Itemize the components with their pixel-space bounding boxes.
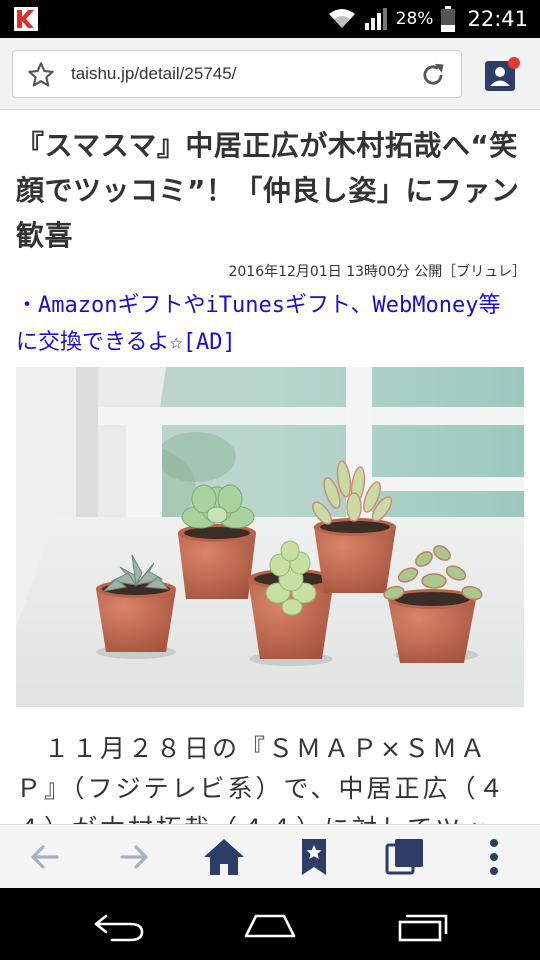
page-content: 『スマスマ』中居正広が木村拓哉へ“笑顔でツッコミ”！「仲良し姿」にファン歓喜 2… <box>0 111 540 824</box>
home-icon[interactable] <box>202 835 246 879</box>
battery-percent: 28% <box>395 9 434 29</box>
home-nav-icon[interactable] <box>240 906 300 946</box>
recents-nav-icon[interactable] <box>392 906 452 946</box>
back-nav-icon[interactable] <box>88 906 148 946</box>
clock: 22:41 <box>467 7 528 31</box>
star-icon[interactable] <box>27 61 55 89</box>
bookmark-icon[interactable] <box>292 835 336 879</box>
system-nav-bar <box>0 888 540 960</box>
more-vert-icon[interactable] <box>472 835 516 879</box>
status-bar: 28% 22:41 <box>0 0 540 38</box>
url-field[interactable]: taishu.jp/detail/25745/ <box>12 50 462 98</box>
article-headline: 『スマスマ』中居正広が木村拓哉へ“笑顔でツッコミ”！「仲良し姿」にファン歓喜 <box>16 129 520 252</box>
reload-icon[interactable] <box>419 61 447 89</box>
account-icon[interactable] <box>483 55 521 93</box>
ad-link[interactable]: ・AmazonギフトやiTunesギフト、WebMoney等に交換できるよ☆[A… <box>16 287 522 361</box>
browser-address-bar: taishu.jp/detail/25745/ <box>0 38 540 110</box>
kaspersky-app-icon <box>14 7 38 31</box>
browser-toolbar <box>0 824 540 888</box>
arrow-left-icon[interactable] <box>23 835 67 879</box>
article-photo <box>16 367 524 707</box>
battery-icon <box>441 6 456 32</box>
signal-icon <box>364 8 387 30</box>
tabs-icon[interactable] <box>383 835 427 879</box>
article-body: １１月２８日の『ＳＭＡＰ×ＳＭＡＰ』（フジテレビ系）で、中居正広（４４）が木村拓… <box>16 734 507 824</box>
url-text[interactable]: taishu.jp/detail/25745/ <box>71 64 236 84</box>
arrow-right-icon[interactable] <box>112 835 156 879</box>
wifi-icon <box>328 9 355 28</box>
article-meta: 2016年12月01日 13時00分 公開［ブリュレ］ <box>228 264 526 280</box>
